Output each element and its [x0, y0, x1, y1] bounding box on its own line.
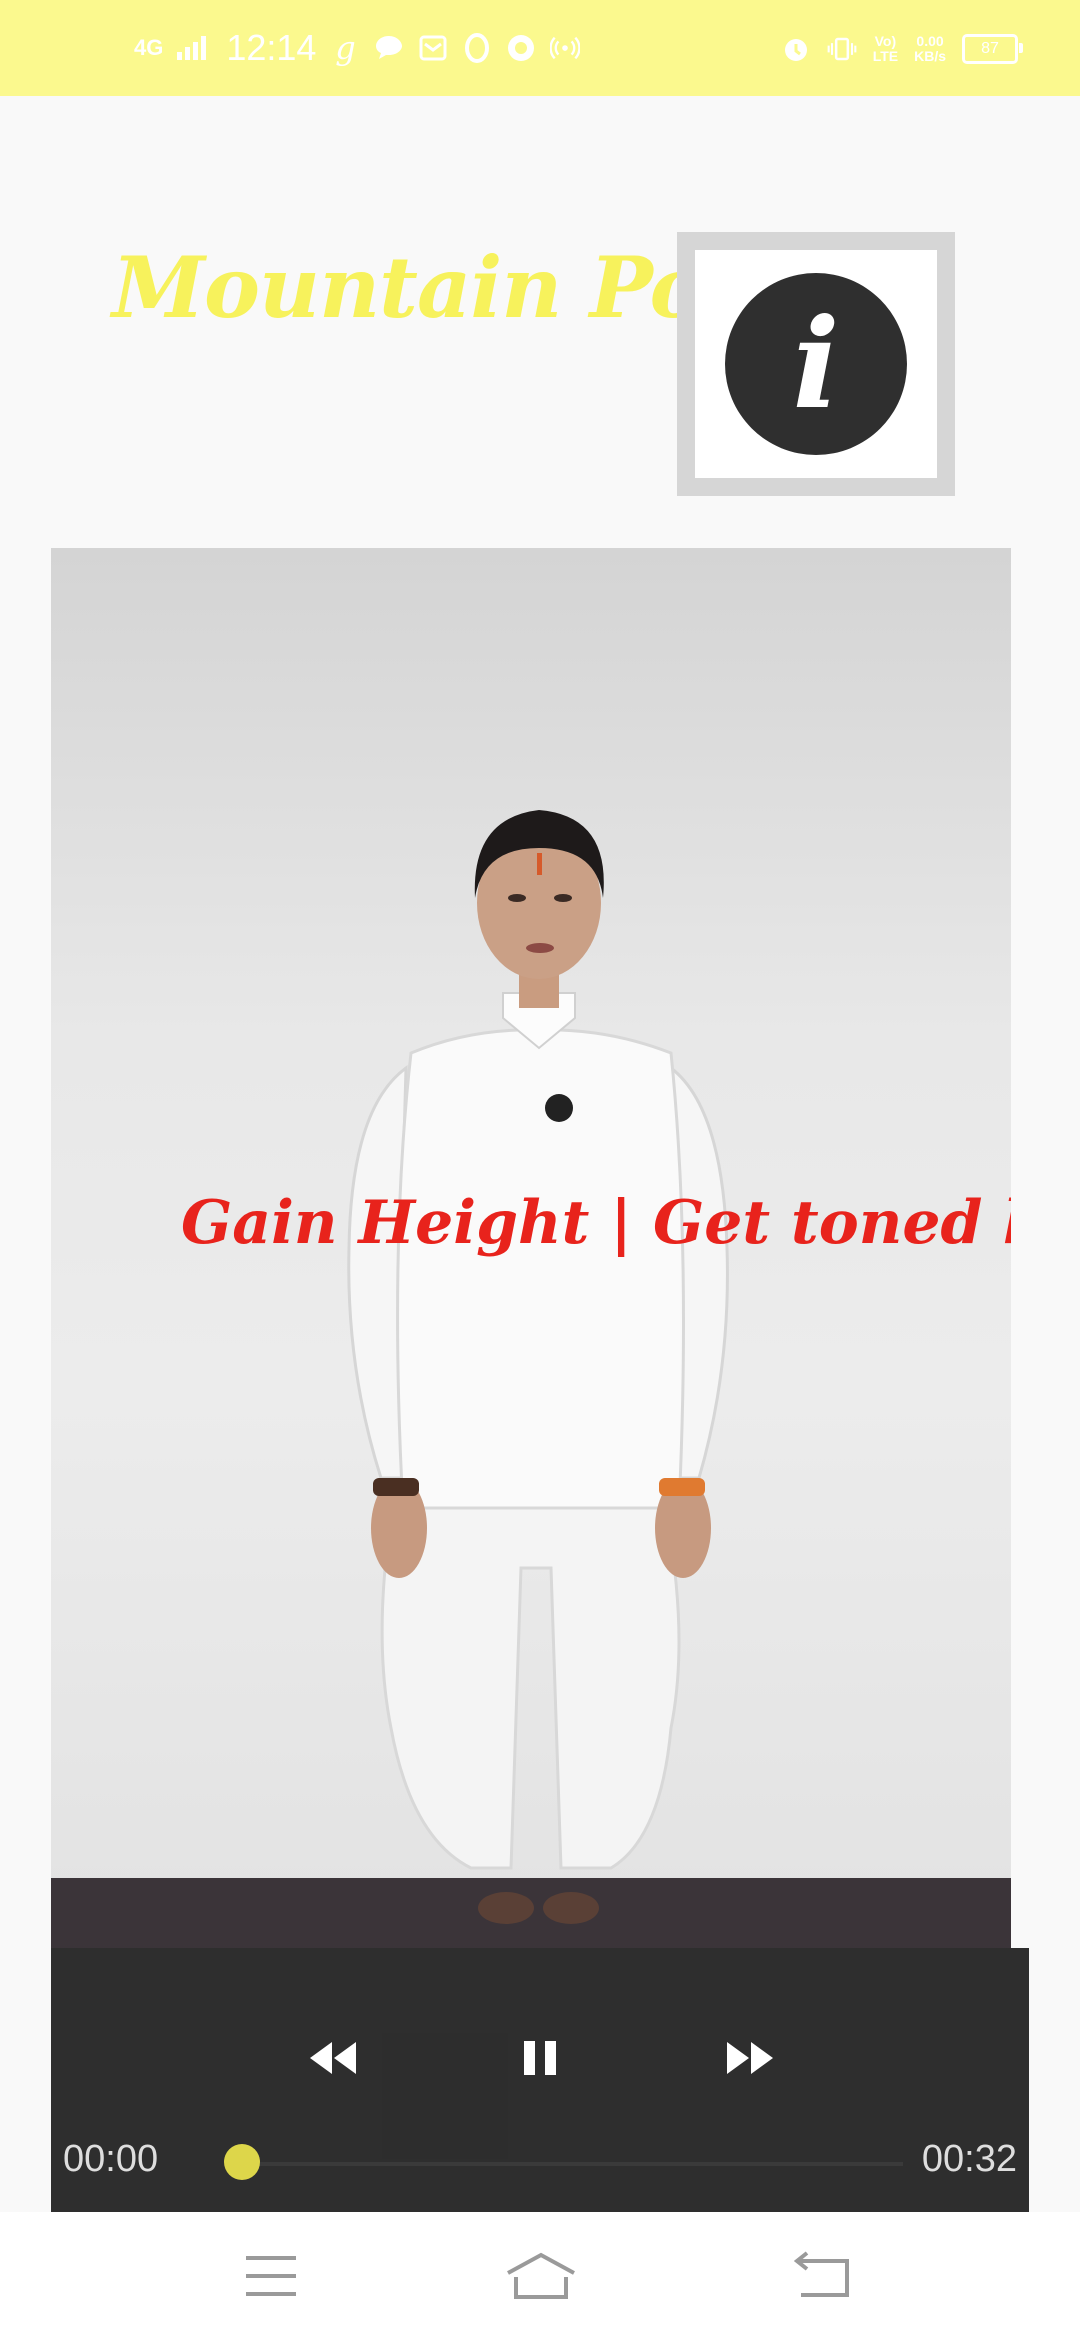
fast-forward-button[interactable] [715, 2028, 785, 2088]
network-speed: 0.00 KB/s [914, 34, 946, 64]
seek-thumb[interactable] [224, 2144, 260, 2180]
navigation-bar [0, 2212, 1080, 2340]
battery-icon: 87 [962, 34, 1023, 64]
hotspot-icon [550, 33, 581, 63]
info-icon: i [725, 273, 907, 455]
status-left: 4G 12:14 g [134, 20, 581, 76]
rewind-button[interactable] [298, 2028, 368, 2088]
volte-line2: LTE [872, 48, 899, 64]
back-button[interactable] [783, 2244, 863, 2308]
signal-icon [177, 36, 207, 60]
pause-icon [524, 2041, 556, 2075]
volte-indicator: Vo) LTE [873, 34, 898, 64]
seek-bar[interactable] [243, 2162, 903, 2166]
status-right: Vo) LTE 0.00 KB/s 87 [781, 24, 1023, 74]
home-icon [507, 2252, 575, 2299]
network-type: 4G [134, 35, 164, 60]
speed-value: 0.00 [916, 33, 944, 49]
status-bar: 4G 12:14 g Vo) LTE 0.00 KB/s 87 [0, 0, 1080, 96]
recent-apps-button[interactable] [231, 2244, 311, 2308]
current-time: 00:00 [63, 2138, 159, 2180]
vibrate-icon [827, 34, 857, 64]
duration: 00:32 [921, 2138, 1017, 2180]
circle-icon [506, 33, 536, 63]
media-controls: 00:00 00:32 [51, 1948, 1029, 2212]
chat-bubble-icon [374, 33, 404, 63]
fast-forward-icon [727, 2042, 773, 2074]
rewind-icon [310, 2042, 356, 2074]
g-icon: g [335, 29, 356, 67]
back-icon [793, 2251, 849, 2297]
mail-icon [418, 33, 448, 63]
home-button[interactable] [501, 2244, 581, 2308]
speed-unit: KB/s [914, 48, 946, 64]
battery-level: 87 [981, 40, 999, 57]
opera-icon [462, 33, 492, 63]
pause-button[interactable] [505, 2028, 575, 2088]
info-button[interactable]: i [677, 232, 955, 496]
menu-icon [246, 2256, 296, 2296]
volte-line1: Vo) [874, 33, 897, 49]
alarm-icon [781, 34, 811, 64]
video-player[interactable]: Gain Height | Get toned body [51, 548, 1011, 1948]
video-caption: Gain Height | Get toned body [181, 1188, 1011, 1258]
status-time: 12:14 [226, 27, 317, 68]
